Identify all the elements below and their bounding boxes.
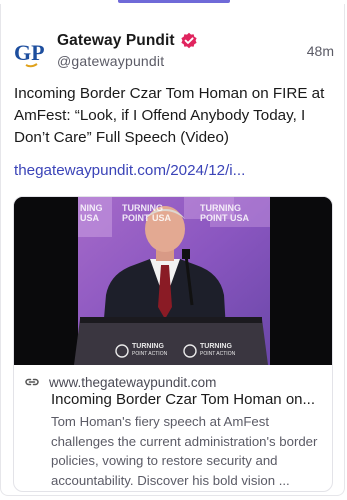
speaker-at-podium-image: TURNING POINT ACTION TURNING POINT ACTIO…: [14, 197, 332, 365]
svg-text:USA: USA: [80, 213, 100, 223]
author-name-row: Gateway Pundit: [57, 30, 198, 52]
link-title[interactable]: Incoming Border Czar Tom Homan on...: [51, 391, 325, 408]
link-description: Tom Homan's fiery speech at AmFest chall…: [51, 414, 318, 488]
svg-text:TURNING: TURNING: [132, 343, 164, 350]
author-display-name[interactable]: Gateway Pundit: [57, 32, 175, 50]
link-domain-row: www.thegatewaypundit.com: [24, 374, 216, 390]
link-domain: www.thegatewaypundit.com: [49, 374, 217, 390]
gateway-pundit-logo: GP: [12, 36, 46, 70]
svg-text:POINT ACTION: POINT ACTION: [132, 351, 168, 357]
verified-badge-icon: [180, 32, 198, 50]
svg-text:GP: GP: [14, 40, 45, 65]
avatar[interactable]: GP: [12, 36, 46, 70]
post-timestamp[interactable]: 48m: [307, 43, 334, 59]
svg-text:POINT USA: POINT USA: [200, 213, 250, 223]
author-handle[interactable]: @gatewaypundit: [57, 53, 164, 69]
svg-text:TURNING: TURNING: [200, 203, 241, 213]
link-preview-meta: www.thegatewaypundit.com Incoming Border…: [14, 365, 332, 491]
post-link[interactable]: thegatewaypundit.com/2024/12/i...: [14, 162, 245, 179]
post-header: GP Gateway Pundit @gatewaypundit 48m: [12, 30, 334, 78]
link-preview-card[interactable]: TURNING POINT ACTION TURNING POINT ACTIO…: [13, 196, 333, 492]
svg-text:TURNING: TURNING: [122, 203, 163, 213]
svg-text:NING: NING: [80, 203, 103, 213]
post-body-text: Incoming Border Czar Tom Homan on FIRE a…: [14, 85, 325, 146]
link-icon: [25, 378, 39, 386]
svg-text:POINT ACTION: POINT ACTION: [200, 351, 236, 357]
svg-text:POINT USA: POINT USA: [122, 213, 172, 223]
svg-text:TURNING: TURNING: [200, 343, 232, 350]
